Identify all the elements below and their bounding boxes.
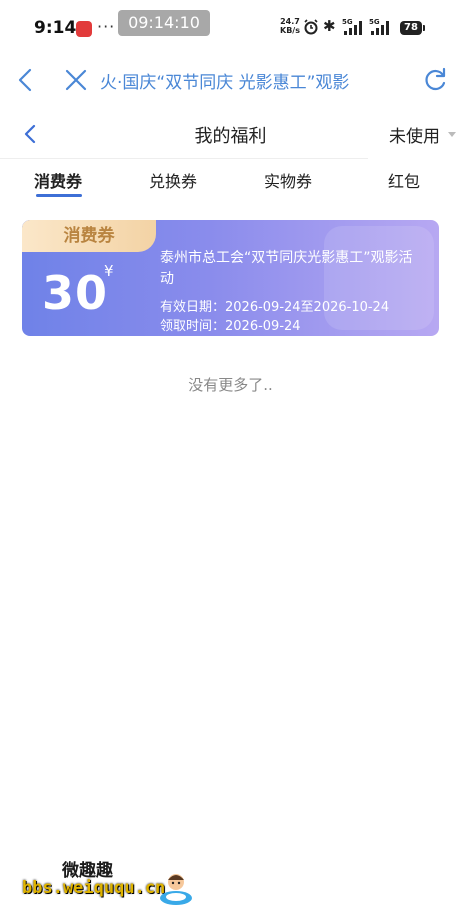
status-filter-dropdown[interactable]: 未使用 — [389, 122, 440, 147]
alarm-icon — [304, 19, 318, 35]
watermark-url: bbs.weiququ.cn — [22, 878, 166, 898]
status-time: 9:14 — [34, 18, 77, 38]
status-bar: 9:14 ··· 09:14:10 24.7 KB/s ✱ 5G 5G 78 — [0, 0, 461, 52]
battery-tip — [423, 25, 425, 31]
signal-2-label: 5G — [369, 18, 380, 26]
tab-exchange-coupon[interactable]: 兑换券 — [149, 168, 197, 192]
browser-back-icon[interactable] — [14, 66, 38, 94]
network-speed: 24.7 KB/s — [280, 17, 300, 35]
refresh-icon[interactable] — [422, 66, 448, 94]
coupon-title: 泰州市总工会“双节同庆光影惠工”观影活动 — [160, 250, 413, 287]
coupon-amount: 30 — [42, 266, 109, 320]
active-tab-indicator — [36, 194, 82, 197]
coupon-card[interactable]: 消费券 30 ¥ 泰州市总工会“双节同庆光影惠工”观影活动 有效日期：2026-… — [22, 220, 439, 336]
coupon-type-label: 消费券 — [63, 226, 115, 246]
coupon-tabs: 消费券 兑换券 实物券 红包 — [0, 160, 461, 204]
list-end-text: 没有更多了.. — [188, 376, 273, 394]
coupon-claim-time: 领取时间：2026-09-24 — [160, 319, 301, 334]
browser-close-icon[interactable] — [64, 68, 88, 92]
network-speed-unit: KB/s — [280, 26, 300, 35]
more-notifications-icon: ··· — [97, 17, 116, 36]
signal-5g-icon: 5G — [342, 18, 362, 35]
signal-5g-icon-2: 5G — [369, 18, 389, 35]
tab-consumption-coupon[interactable]: 消费券 — [34, 168, 82, 192]
tab-red-packet[interactable]: 红包 — [388, 168, 420, 192]
app-notification-icon — [76, 21, 92, 37]
coupon-valid-period: 有效日期：2026-09-24至2026-10-24 — [160, 300, 390, 315]
page-header: 我的福利 未使用 — [0, 112, 461, 158]
bluetooth-icon: ✱ — [323, 17, 336, 35]
clock-pill: 09:14:10 — [118, 10, 210, 36]
tab-physical-coupon[interactable]: 实物券 — [264, 168, 312, 192]
mascot-icon — [160, 874, 192, 905]
coupon-currency: ¥ — [104, 262, 114, 280]
header-divider — [0, 158, 368, 159]
chevron-down-icon[interactable] — [448, 132, 456, 137]
browser-toolbar: 火·国庆“双节同庆 光影惠工”观影 — [0, 52, 461, 110]
network-speed-value: 24.7 — [280, 17, 300, 26]
browser-page-title: 火·国庆“双节同庆 光影惠工”观影 — [100, 73, 350, 93]
signal-1-label: 5G — [342, 18, 353, 26]
battery-icon: 78 — [400, 21, 422, 35]
